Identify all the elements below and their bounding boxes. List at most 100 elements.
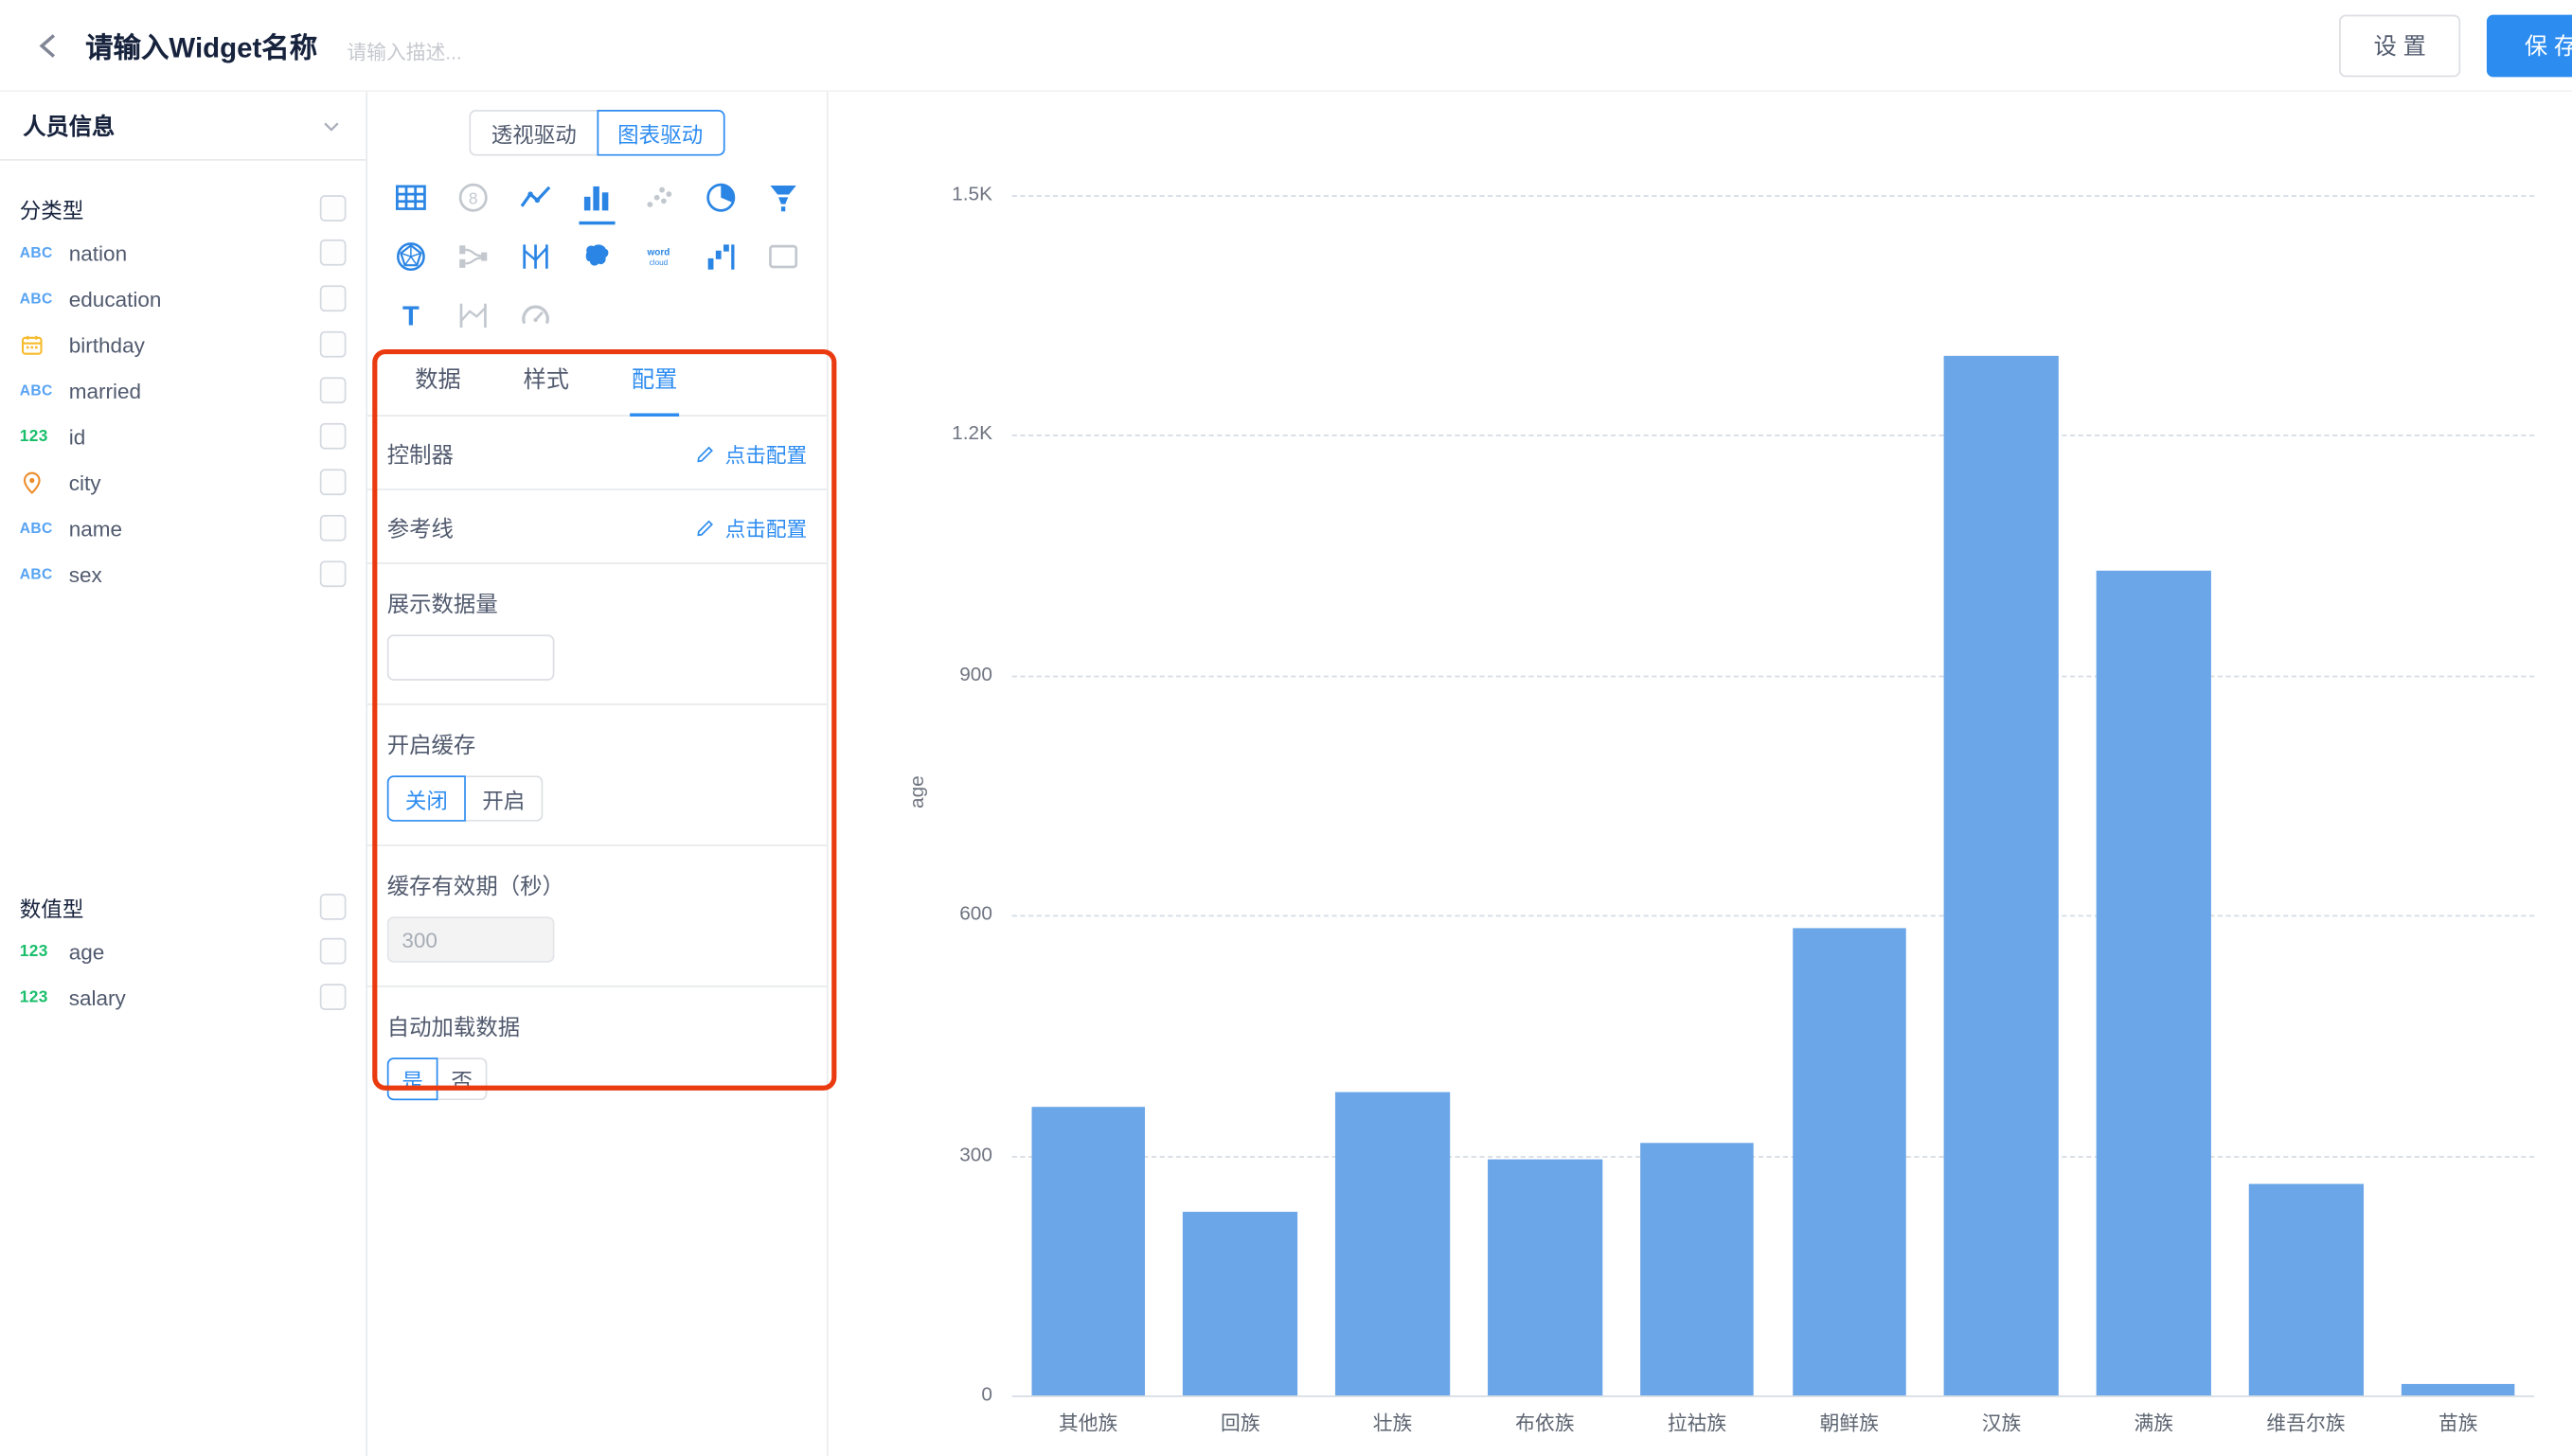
widget-description-input[interactable]: 请输入描述... bbox=[347, 37, 461, 64]
cache-row: 开启缓存 关闭开启 bbox=[367, 705, 827, 846]
autoload-no-button[interactable]: 否 bbox=[438, 1057, 488, 1100]
controller-configure-link[interactable]: 点击配置 bbox=[695, 437, 807, 469]
bar-1[interactable] bbox=[1184, 1212, 1298, 1395]
field-checkbox[interactable] bbox=[320, 938, 347, 965]
bar-slot bbox=[2230, 195, 2383, 1395]
view-selector[interactable]: 人员信息 bbox=[0, 92, 366, 161]
geo-type-icon bbox=[20, 470, 69, 494]
x-axis-label: 回族 bbox=[1164, 1409, 1316, 1436]
pencil-icon bbox=[695, 442, 717, 464]
x-axis-label: 布依族 bbox=[1469, 1409, 1621, 1436]
autoload-yes-button[interactable]: 是 bbox=[387, 1057, 438, 1100]
bar-7[interactable] bbox=[2097, 571, 2211, 1395]
sankey-chart-icon[interactable] bbox=[442, 228, 504, 284]
field-name: sex bbox=[69, 561, 320, 586]
field-checkbox[interactable] bbox=[320, 377, 347, 403]
bar-4[interactable] bbox=[1640, 1144, 1755, 1395]
header-actions: 设 置 保 存 bbox=[2339, 15, 2572, 78]
field-checkbox[interactable] bbox=[320, 240, 347, 266]
cache-off-button[interactable]: 关闭 bbox=[387, 775, 466, 822]
field-item-education[interactable]: ABCeducation bbox=[0, 275, 366, 322]
reference-line-label: 参考线 bbox=[387, 510, 454, 543]
parallel-chart-icon[interactable] bbox=[504, 228, 565, 284]
field-item-nation[interactable]: ABCnation bbox=[0, 230, 366, 276]
autoload-label: 自动加载数据 bbox=[387, 1008, 807, 1041]
field-item-sex[interactable]: ABCsex bbox=[0, 551, 366, 597]
bar-5[interactable] bbox=[1793, 928, 1907, 1395]
settings-button[interactable]: 设 置 bbox=[2339, 15, 2460, 78]
bar-slot bbox=[1621, 195, 1774, 1395]
field-item-id[interactable]: 123id bbox=[0, 414, 366, 460]
section-select-all-checkbox[interactable] bbox=[320, 894, 347, 920]
richtext-widget-icon[interactable]: T bbox=[381, 287, 442, 343]
field-name: name bbox=[69, 516, 320, 541]
funnel-chart-icon[interactable] bbox=[752, 169, 813, 224]
tab-style[interactable]: 样式 bbox=[492, 349, 600, 415]
field-checkbox[interactable] bbox=[320, 984, 347, 1010]
x-axis-label: 其他族 bbox=[1012, 1409, 1165, 1436]
svg-text:8: 8 bbox=[469, 188, 478, 207]
field-checkbox[interactable] bbox=[320, 331, 347, 358]
bar-8[interactable] bbox=[2249, 1183, 2364, 1395]
section-select-all-checkbox[interactable] bbox=[320, 195, 347, 222]
view-name: 人员信息 bbox=[23, 109, 115, 142]
widget-name-input[interactable]: 请输入Widget名称 bbox=[85, 25, 317, 65]
wordcloud-chart-icon[interactable]: wordcloud bbox=[628, 228, 689, 284]
cache-ttl-input[interactable] bbox=[387, 916, 555, 963]
drive-mode-toggle: 透视驱动图表驱动 bbox=[367, 110, 827, 156]
cache-on-button[interactable]: 开启 bbox=[466, 775, 543, 822]
table-icon[interactable] bbox=[381, 169, 442, 224]
mode-chart-driven-button[interactable]: 图表驱动 bbox=[597, 110, 724, 156]
field-name: city bbox=[69, 470, 320, 494]
field-item-age[interactable]: 123age bbox=[0, 928, 366, 974]
x-axis-label: 汉族 bbox=[1925, 1409, 2078, 1436]
save-button[interactable]: 保 存 bbox=[2487, 15, 2572, 78]
bar-2[interactable] bbox=[1335, 1092, 1450, 1395]
line-chart-icon[interactable] bbox=[504, 169, 565, 224]
radar-chart-icon[interactable] bbox=[381, 228, 442, 284]
y-axis-tick: 0 bbox=[829, 1382, 992, 1405]
waterfall-chart-icon[interactable] bbox=[689, 228, 751, 284]
scatter-plot-icon[interactable] bbox=[628, 169, 689, 224]
bar-3[interactable] bbox=[1488, 1160, 1602, 1395]
bar-9[interactable] bbox=[2401, 1383, 2515, 1395]
back-button[interactable] bbox=[27, 21, 76, 70]
tab-data[interactable]: 数据 bbox=[384, 349, 491, 415]
widget-editor: 请输入Widget名称 请输入描述... 设 置 保 存 人员信息 分类型ABC… bbox=[0, 0, 2572, 1456]
pie-chart-icon[interactable] bbox=[689, 169, 751, 224]
x-axis-label: 苗族 bbox=[2382, 1409, 2534, 1436]
bar-6[interactable] bbox=[1944, 355, 2059, 1395]
scorecard-icon[interactable]: 8 bbox=[442, 169, 504, 224]
map-chart-icon[interactable] bbox=[566, 228, 628, 284]
field-item-city[interactable]: city bbox=[0, 459, 366, 506]
y-axis-tick: 1.5K bbox=[829, 182, 992, 204]
gauge-chart-icon[interactable] bbox=[504, 287, 565, 343]
bar-slot bbox=[1012, 195, 1165, 1395]
field-checkbox[interactable] bbox=[320, 423, 347, 450]
iframe-widget-icon[interactable] bbox=[752, 228, 813, 284]
autoload-row: 自动加载数据 是否 bbox=[367, 987, 827, 1124]
field-checkbox[interactable] bbox=[320, 469, 347, 495]
tab-config[interactable]: 配置 bbox=[600, 349, 708, 415]
field-item-salary[interactable]: 123salary bbox=[0, 974, 366, 1021]
bar-slot bbox=[1164, 195, 1316, 1395]
double-y-axis-chart-icon[interactable] bbox=[442, 287, 504, 343]
chart-type-grid: 8 wordcloud T bbox=[367, 156, 827, 343]
bar-slot bbox=[1469, 195, 1621, 1395]
field-checkbox[interactable] bbox=[320, 560, 347, 587]
number-type-icon: 123 bbox=[20, 427, 69, 445]
field-item-married[interactable]: ABCmarried bbox=[0, 367, 366, 414]
field-checkbox[interactable] bbox=[320, 515, 347, 542]
bar-slot bbox=[2382, 195, 2534, 1395]
field-name: id bbox=[69, 424, 320, 449]
field-sidebar: 人员信息 分类型ABCnationABCeducationbirthdayABC… bbox=[0, 92, 367, 1456]
bar-chart-icon[interactable] bbox=[566, 169, 628, 224]
field-checkbox[interactable] bbox=[320, 285, 347, 311]
mode-pivot-driven-button[interactable]: 透视驱动 bbox=[470, 110, 596, 156]
field-name: salary bbox=[69, 985, 320, 1009]
field-item-birthday[interactable]: birthday bbox=[0, 322, 366, 368]
display-count-input[interactable] bbox=[387, 634, 555, 681]
reference-line-configure-link[interactable]: 点击配置 bbox=[695, 511, 807, 542]
bar-0[interactable] bbox=[1031, 1108, 1146, 1395]
field-item-name[interactable]: ABCname bbox=[0, 506, 366, 552]
